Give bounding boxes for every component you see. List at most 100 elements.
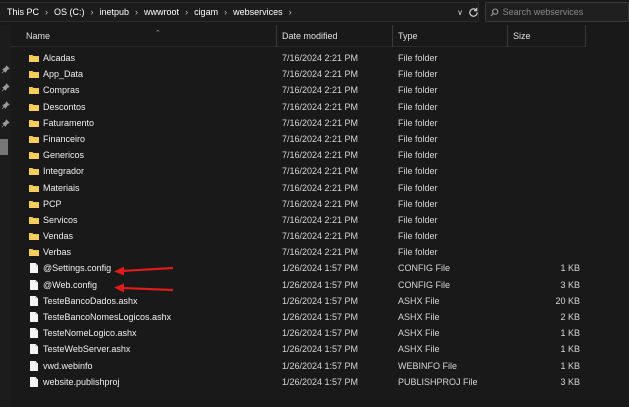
file-row[interactable]: Integrador 7/16/2024 2:21 PM File folder bbox=[11, 163, 629, 179]
column-header-date[interactable]: Date modified bbox=[277, 25, 393, 47]
file-row[interactable]: Alcadas 7/16/2024 2:21 PM File folder bbox=[11, 50, 629, 66]
file-date-modified: 7/16/2024 2:21 PM bbox=[282, 214, 359, 225]
file-row[interactable]: @Web.config 1/26/2024 1:57 PM CONFIG File 3… bbox=[11, 277, 629, 293]
breadcrumb-item[interactable]: OS (C:) bbox=[51, 7, 88, 17]
file-name: Descontos bbox=[43, 101, 86, 112]
file-date-modified: 7/16/2024 2:21 PM bbox=[282, 231, 359, 242]
file-row[interactable]: Materiais 7/16/2024 2:21 PM File folder bbox=[11, 180, 629, 196]
file-row[interactable]: App_Data 7/16/2024 2:21 PM File folder bbox=[11, 66, 629, 82]
nav-selection-indicator bbox=[0, 139, 8, 155]
file-date-modified: 7/16/2024 2:21 PM bbox=[282, 247, 359, 258]
file-size: 1 KB bbox=[560, 263, 580, 274]
file-icon bbox=[29, 341, 39, 357]
sort-up-icon: ⌃ bbox=[155, 30, 161, 37]
file-type: ASHX File bbox=[398, 295, 440, 306]
file-name: Genericos bbox=[43, 150, 85, 161]
file-name: @Settings.config bbox=[43, 263, 112, 274]
file-name: Materiais bbox=[43, 182, 80, 193]
file-name: TesteNomeLogico.ashx bbox=[43, 328, 137, 339]
file-date-modified: 7/16/2024 2:21 PM bbox=[282, 85, 359, 96]
file-row[interactable]: Genericos 7/16/2024 2:21 PM File folder bbox=[11, 147, 629, 163]
file-size: 3 KB bbox=[560, 376, 580, 387]
file-row[interactable]: Compras 7/16/2024 2:21 PM File folder bbox=[11, 82, 629, 98]
chevron-down-icon: ∨ bbox=[457, 7, 463, 17]
file-row[interactable]: Vendas 7/16/2024 2:21 PM File folder bbox=[11, 228, 629, 244]
annotation-arrow bbox=[114, 266, 174, 276]
folder-icon bbox=[29, 82, 39, 98]
column-header: ⌃ Name Date modified Type Size bbox=[11, 25, 586, 47]
file-size: 1 KB bbox=[560, 344, 580, 355]
address-history-dropdown[interactable]: ∨ bbox=[454, 6, 466, 18]
file-date-modified: 1/26/2024 1:57 PM bbox=[282, 360, 359, 371]
file-name: Financeiro bbox=[43, 133, 86, 144]
file-type: File folder bbox=[398, 133, 438, 144]
breadcrumb-item[interactable]: This PC bbox=[4, 7, 42, 17]
file-name: website.publishproj bbox=[43, 376, 120, 387]
column-header-name[interactable]: ⌃ Name bbox=[21, 25, 277, 47]
folder-icon bbox=[29, 131, 39, 147]
folder-icon bbox=[29, 115, 39, 131]
file-row[interactable]: Servicos 7/16/2024 2:21 PM File folder bbox=[11, 212, 629, 228]
file-name: TesteBancoDados.ashx bbox=[43, 295, 138, 306]
breadcrumb-separator-icon[interactable]: › bbox=[132, 7, 141, 17]
breadcrumb-item[interactable]: cigam bbox=[191, 7, 221, 17]
breadcrumb-separator-icon[interactable]: › bbox=[88, 7, 97, 17]
breadcrumb-item[interactable]: wwwroot bbox=[141, 7, 182, 17]
search-input[interactable] bbox=[502, 7, 628, 17]
breadcrumb-item[interactable]: inetpub bbox=[97, 7, 133, 17]
file-icon bbox=[29, 325, 39, 341]
breadcrumb-item[interactable]: webservices bbox=[230, 7, 286, 17]
file-type: ASHX File bbox=[398, 312, 440, 322]
file-date-modified: 7/16/2024 2:21 PM bbox=[282, 69, 359, 80]
file-row[interactable]: Financeiro 7/16/2024 2:21 PM File folder bbox=[11, 131, 629, 147]
file-icon bbox=[29, 277, 39, 293]
file-type: File folder bbox=[398, 53, 438, 63]
file-type: CONFIG File bbox=[398, 263, 451, 274]
file-row[interactable]: Faturamento 7/16/2024 2:21 PM File folder bbox=[11, 115, 629, 131]
file-name: App_Data bbox=[43, 69, 84, 80]
file-icon bbox=[29, 260, 39, 276]
file-type: PUBLISHPROJ File bbox=[398, 376, 478, 387]
file-date-modified: 1/26/2024 1:57 PM bbox=[282, 279, 359, 290]
file-row[interactable]: @Settings.config 1/26/2024 1:57 PM CONFIG … bbox=[11, 260, 629, 276]
file-row[interactable]: TesteBancoNomesLogicos.ashx 1/26/2024 1:5… bbox=[11, 309, 629, 325]
file-size: 3 KB bbox=[560, 279, 580, 290]
pin-icon bbox=[1, 101, 10, 110]
file-rows: Alcadas 7/16/2024 2:21 PM File folder App_D… bbox=[11, 50, 629, 390]
file-type: File folder bbox=[398, 166, 438, 177]
file-icon bbox=[29, 358, 39, 374]
refresh-button[interactable] bbox=[467, 6, 479, 18]
folder-icon bbox=[29, 50, 39, 66]
search-box[interactable] bbox=[485, 2, 629, 22]
breadcrumb[interactable]: This PC › OS (C:) › inetpub › wwwroot › cigam › we… bbox=[0, 2, 479, 22]
navigation-pane[interactable] bbox=[0, 25, 11, 407]
file-row[interactable]: website.publishproj 1/26/2024 1:57 PM PUBL… bbox=[11, 374, 629, 390]
breadcrumb-separator-icon[interactable]: › bbox=[221, 7, 230, 17]
file-name: Faturamento bbox=[43, 117, 95, 128]
file-name: vwd.webinfo bbox=[43, 360, 93, 371]
column-header-type[interactable]: Type bbox=[393, 25, 508, 47]
folder-icon bbox=[29, 196, 39, 212]
column-header-name-label: Name bbox=[26, 31, 51, 41]
folder-icon bbox=[29, 147, 39, 163]
column-header-size[interactable]: Size bbox=[508, 25, 586, 47]
file-icon bbox=[29, 374, 39, 390]
breadcrumb-separator-icon[interactable]: › bbox=[42, 7, 51, 17]
file-row[interactable]: TesteNomeLogico.ashx 1/26/2024 1:57 PM ASH… bbox=[11, 325, 629, 341]
file-type: File folder bbox=[398, 85, 438, 96]
file-date-modified: 7/16/2024 2:21 PM bbox=[282, 182, 359, 193]
file-row[interactable]: Verbas 7/16/2024 2:21 PM File folder bbox=[11, 244, 629, 260]
address-bar: This PC › OS (C:) › inetpub › wwwroot › cigam › we… bbox=[0, 0, 629, 25]
breadcrumb-separator-icon[interactable]: › bbox=[286, 7, 295, 17]
file-date-modified: 7/16/2024 2:21 PM bbox=[282, 150, 359, 161]
file-name: TesteBancoNomesLogicos.ashx bbox=[43, 312, 172, 322]
pin-icon bbox=[1, 83, 10, 92]
file-row[interactable]: vwd.webinfo 1/26/2024 1:57 PM WEBINFO File… bbox=[11, 358, 629, 374]
file-row[interactable]: PCP 7/16/2024 2:21 PM File folder bbox=[11, 196, 629, 212]
breadcrumb-separator-icon[interactable]: › bbox=[182, 7, 191, 17]
file-row[interactable]: TesteBancoDados.ashx 1/26/2024 1:57 PM ASH… bbox=[11, 293, 629, 309]
file-row[interactable]: Descontos 7/16/2024 2:21 PM File folder bbox=[11, 99, 629, 115]
file-row[interactable]: TesteWebServer.ashx 1/26/2024 1:57 PM ASHX… bbox=[11, 341, 629, 357]
file-icon bbox=[29, 293, 39, 309]
folder-icon bbox=[29, 228, 39, 244]
